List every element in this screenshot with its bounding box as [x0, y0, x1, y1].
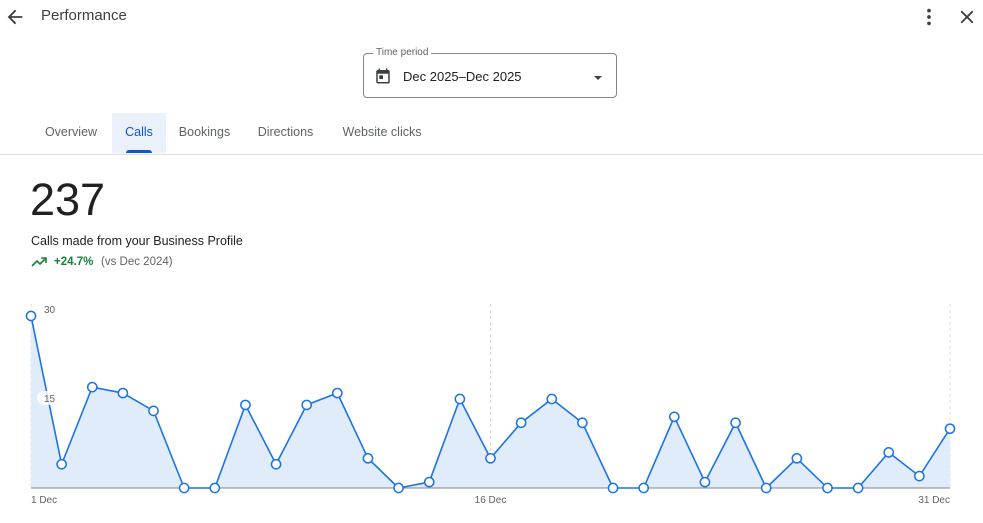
y-tick-label: 15 [44, 394, 56, 405]
data-point [699, 476, 711, 488]
time-period-label: Time period [373, 47, 432, 58]
tab-directions[interactable]: Directions [243, 113, 328, 153]
active-tab-indicator [126, 150, 152, 153]
data-point [607, 482, 619, 494]
data-point [791, 452, 803, 464]
calls-chart: 30 15 1 Dec 16 Dec 31 Dec [25, 302, 956, 506]
more-options-icon[interactable] [918, 6, 940, 28]
data-point [760, 482, 772, 494]
data-point [209, 482, 221, 494]
data-point [822, 482, 833, 494]
data-point [270, 458, 282, 470]
data-point [148, 405, 159, 417]
data-point [485, 452, 496, 464]
tab-bar: Overview Calls Bookings Directions Websi… [0, 113, 983, 155]
data-point [730, 417, 741, 429]
data-point [668, 411, 680, 423]
tab-calls[interactable]: Calls [112, 113, 166, 153]
time-period-value: Dec 2025–Dec 2025 [403, 69, 522, 84]
data-point [331, 387, 343, 399]
data-point [25, 310, 37, 322]
dropdown-arrow-icon [592, 71, 604, 83]
data-point [577, 417, 588, 429]
metric-description: Calls made from your Business Profile [31, 234, 243, 248]
y-tick-label: 30 [44, 305, 56, 316]
data-point [362, 452, 374, 464]
trending-up-icon [31, 255, 47, 269]
data-point [515, 417, 527, 429]
data-point [852, 482, 864, 494]
time-period-select[interactable]: Time period Dec 2025–Dec 2025 [363, 47, 617, 98]
data-point [914, 470, 925, 482]
data-point [301, 399, 313, 411]
comparison-period: (vs Dec 2024) [101, 256, 173, 268]
calendar-icon [374, 67, 392, 85]
data-point [56, 458, 67, 470]
data-point [86, 381, 98, 393]
data-point [454, 393, 466, 405]
x-tick-label: 16 Dec [475, 495, 507, 506]
data-point [393, 482, 404, 494]
data-point [638, 482, 650, 494]
x-tick-label: 1 Dec [31, 495, 57, 506]
close-icon[interactable] [956, 6, 978, 28]
data-point [117, 387, 129, 399]
tab-website-clicks[interactable]: Website clicks [328, 113, 436, 153]
page-title: Performance [41, 7, 127, 24]
tab-bookings[interactable]: Bookings [166, 113, 243, 153]
change-percentage: +24.7% [54, 256, 94, 268]
tab-overview[interactable]: Overview [30, 113, 112, 153]
data-point [546, 393, 558, 405]
data-point [944, 423, 956, 435]
x-tick-label: 31 Dec [918, 495, 950, 506]
top-bar: Performance [0, 0, 983, 36]
data-point [423, 476, 435, 488]
back-arrow-icon[interactable] [4, 6, 26, 28]
data-point [240, 399, 251, 411]
data-point [178, 482, 190, 494]
total-calls-value: 237 [30, 174, 106, 225]
tab-calls-label: Calls [125, 125, 153, 139]
data-point [883, 447, 895, 458]
